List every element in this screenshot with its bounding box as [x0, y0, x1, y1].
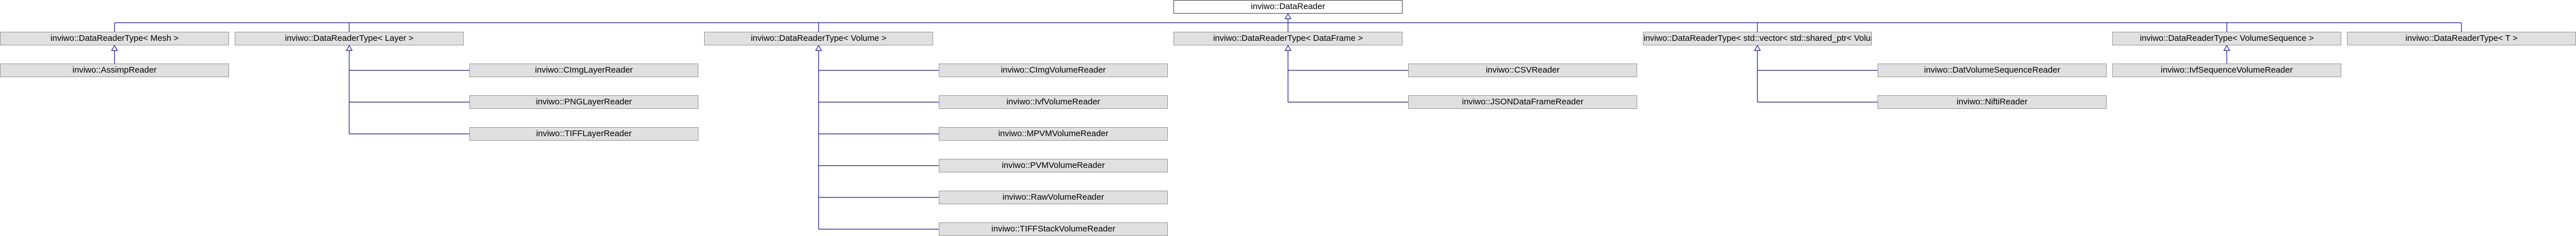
node-tiffstackvolumereader[interactable]: inviwo::TIFFStackVolumeReader	[939, 222, 1168, 236]
node-tifflayerreader[interactable]: inviwo::TIFFLayerReader	[469, 127, 698, 141]
node-datvolumesequencereader[interactable]: inviwo::DatVolumeSequenceReader	[1878, 64, 2107, 77]
node-ivfsequencevolumereader[interactable]: inviwo::IvfSequenceVolumeReader	[2112, 64, 2341, 77]
node-jsondataframereader[interactable]: inviwo::JSONDataFrameReader	[1408, 95, 1637, 109]
node-datareadertype-volumesequence[interactable]: inviwo::DataReaderType< VolumeSequence >	[2112, 32, 2341, 45]
node-ivfvolumereader[interactable]: inviwo::IvfVolumeReader	[939, 95, 1168, 109]
edge-arrow-dr-dataframe	[1284, 44, 1292, 51]
node-pnglayerreader[interactable]: inviwo::PNGLayerReader	[469, 95, 698, 109]
node-datareadertype-dataframe[interactable]: inviwo::DataReaderType< DataFrame >	[1173, 32, 1403, 45]
edge-arrow-dr-volume	[815, 44, 823, 51]
edge-arrow-dr-vector-volume	[1753, 44, 1761, 51]
node-csvreader[interactable]: inviwo::CSVReader	[1408, 64, 1637, 77]
node-cimglayerreader[interactable]: inviwo::CImgLayerReader	[469, 64, 698, 77]
node-cimgvolumereader[interactable]: inviwo::CImgVolumeReader	[939, 64, 1168, 77]
node-datareadertype-vector-volume[interactable]: inviwo::DataReaderType< std::vector< std…	[1643, 32, 1872, 45]
node-pvmvolumereader[interactable]: inviwo::PVMVolumeReader	[939, 159, 1168, 172]
node-mpvmvolumereader[interactable]: inviwo::MPVMVolumeReader	[939, 127, 1168, 141]
node-datareadertype-t[interactable]: inviwo::DataReaderType< T >	[2347, 32, 2576, 45]
node-datareadertype-volume[interactable]: inviwo::DataReaderType< Volume >	[704, 32, 933, 45]
node-datareader[interactable]: inviwo::DataReader	[1173, 0, 1403, 14]
node-assimpreader[interactable]: inviwo::AssimpReader	[0, 64, 229, 77]
edge-arrow-dr-layer	[345, 44, 353, 51]
node-datareadertype-mesh[interactable]: inviwo::DataReaderType< Mesh >	[0, 32, 229, 45]
node-datareadertype-layer[interactable]: inviwo::DataReaderType< Layer >	[235, 32, 464, 45]
edge-arrow-dr-volumesequence	[2223, 44, 2231, 51]
edge-arrow-datareader	[1284, 12, 1292, 19]
node-rawvolumereader[interactable]: inviwo::RawVolumeReader	[939, 191, 1168, 204]
inheritance-diagram: inviwo::DataReader inviwo::DataReaderTyp…	[0, 0, 2576, 236]
edge-arrow-dr-mesh	[111, 44, 118, 51]
node-niftireader[interactable]: inviwo::NiftiReader	[1878, 95, 2107, 109]
